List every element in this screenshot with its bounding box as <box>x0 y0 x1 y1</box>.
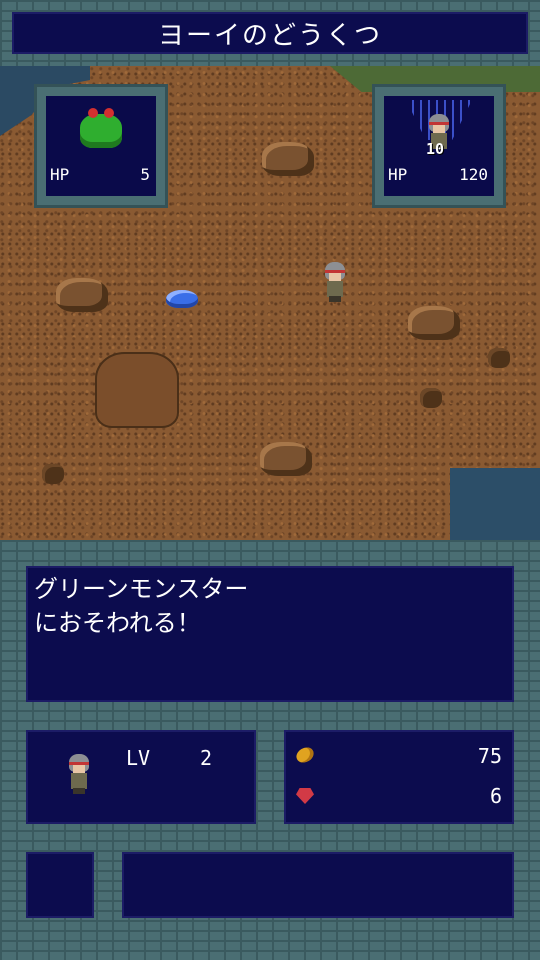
command-panel[interactable] <box>122 852 514 918</box>
location-title-bar: ヨーイのどうくつ <box>12 12 528 54</box>
green-frog-monster-icon <box>80 108 122 148</box>
enemy-hp-label: HP <box>50 165 70 184</box>
level-value: 2 <box>200 746 213 770</box>
player-status-card: 10 HP 120 <box>372 84 506 208</box>
message-window[interactable]: グリーンモンスター におそわれる！ <box>26 566 514 702</box>
message-text: グリーンモンスター におそわれる！ <box>34 575 249 637</box>
enemy-hp-value: 5 <box>140 165 150 184</box>
location-title: ヨーイのどうくつ <box>157 20 382 51</box>
coin-count: 75 <box>477 744 502 768</box>
item-slot-panel[interactable] <box>26 852 94 918</box>
hero-portrait-icon <box>66 754 92 794</box>
small-rock <box>42 464 64 484</box>
red-gem-icon <box>296 788 314 804</box>
rock <box>408 306 460 340</box>
player-hp-value: 120 <box>459 165 488 184</box>
small-rock <box>488 348 510 368</box>
enemy-status-card: HP 5 <box>34 84 168 208</box>
gem-count: 6 <box>489 784 502 808</box>
resources-panel: 75 6 <box>284 730 514 824</box>
small-rock <box>420 388 442 408</box>
hero-character[interactable] <box>322 262 348 302</box>
blue-slime[interactable] <box>166 290 198 308</box>
gold-coin-icon <box>293 744 317 766</box>
damage-popup: 10 <box>426 140 445 158</box>
pit <box>95 352 179 428</box>
rock <box>260 442 312 476</box>
water-tile-bottom-right <box>450 468 540 540</box>
rock <box>262 142 314 176</box>
level-label: LV <box>126 746 151 770</box>
player-hp-label: HP <box>388 165 408 184</box>
player-level-panel: LV 2 <box>26 730 256 824</box>
rock <box>56 278 108 312</box>
